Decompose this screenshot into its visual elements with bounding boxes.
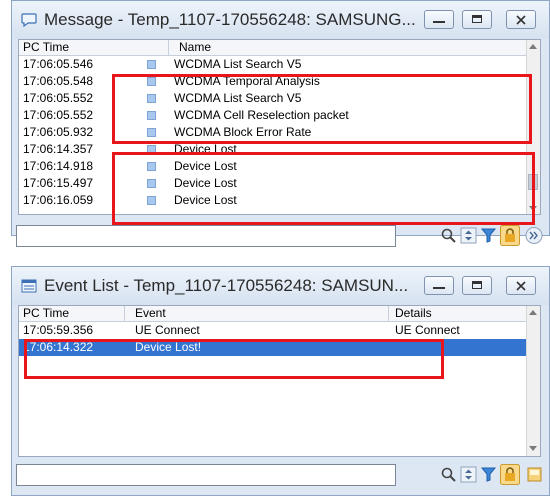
- close-icon: [516, 281, 526, 291]
- scroll-up-icon: [529, 44, 537, 49]
- minimize-icon: [433, 21, 445, 23]
- row-pc-time: 17:06:05.552: [23, 108, 94, 122]
- scroll-down-icon: [529, 446, 537, 451]
- maximize-button[interactable]: [462, 10, 492, 29]
- event-list-window: Event List - Temp_1107-170556248: SAMSUN…: [11, 266, 550, 496]
- row-pc-time: 17:06:15.497: [23, 176, 94, 190]
- message-list-header: PC Time Name: [19, 40, 540, 56]
- highlight-box-device-lost: [112, 152, 535, 225]
- column-header-details[interactable]: Details: [389, 306, 529, 321]
- lock-icon[interactable]: [500, 464, 520, 485]
- row-details: UE Connect: [395, 323, 460, 337]
- message-icon: [147, 60, 156, 69]
- row-pc-time: 17:06:14.918: [23, 159, 94, 173]
- sort-icon[interactable]: [460, 227, 477, 244]
- highlight-box-device-lost-event: [24, 339, 444, 379]
- event-list-title-bar[interactable]: Event List - Temp_1107-170556248: SAMSUN…: [12, 267, 549, 305]
- minimize-button[interactable]: [424, 10, 454, 29]
- row-name: WCDMA List Search V5: [174, 57, 302, 71]
- column-header-event[interactable]: Event: [125, 306, 389, 321]
- column-header-pc-time[interactable]: PC Time: [19, 306, 125, 321]
- lock-icon[interactable]: [500, 225, 520, 246]
- close-icon: [516, 15, 526, 25]
- scroll-up-icon: [529, 310, 537, 315]
- search-icon[interactable]: [440, 466, 457, 483]
- sort-icon[interactable]: [460, 466, 477, 483]
- maximize-icon: [472, 281, 482, 289]
- table-row[interactable]: 17:05:59.356 UE Connect UE Connect: [19, 322, 529, 339]
- close-button[interactable]: [506, 10, 536, 29]
- row-event: UE Connect: [135, 323, 200, 337]
- column-header-name[interactable]: Name: [169, 40, 529, 55]
- message-title-bar[interactable]: Message - Temp_1107-170556248: SAMSUNG..…: [12, 1, 549, 39]
- event-list[interactable]: PC Time Event Details 17:05:59.356 UE Con…: [18, 305, 541, 457]
- highlight-box-wcdma: [112, 74, 532, 144]
- more-options-icon[interactable]: [524, 227, 544, 244]
- minimize-icon: [433, 287, 445, 289]
- export-icon[interactable]: [526, 466, 543, 483]
- row-pc-time: 17:06:16.059: [23, 193, 94, 207]
- message-filter-input[interactable]: [16, 225, 396, 247]
- close-button[interactable]: [506, 276, 536, 295]
- event-list-header: PC Time Event Details: [19, 306, 540, 322]
- filter-icon[interactable]: [480, 466, 497, 483]
- maximize-button[interactable]: [462, 276, 492, 295]
- row-pc-time: 17:06:05.546: [23, 57, 94, 71]
- maximize-icon: [472, 15, 482, 23]
- event-filter-input[interactable]: [16, 464, 396, 486]
- filter-icon[interactable]: [480, 227, 497, 244]
- row-pc-time: 17:06:05.548: [23, 74, 94, 88]
- row-pc-time: 17:05:59.356: [23, 323, 94, 337]
- search-icon[interactable]: [440, 227, 457, 244]
- minimize-button[interactable]: [424, 276, 454, 295]
- list-window-icon: [21, 279, 37, 293]
- row-pc-time: 17:06:14.357: [23, 142, 94, 156]
- table-row[interactable]: 17:06:05.546 WCDMA List Search V5: [19, 56, 529, 73]
- row-pc-time: 17:06:05.552: [23, 91, 94, 105]
- message-window-title: Message - Temp_1107-170556248: SAMSUNG..…: [44, 10, 416, 29]
- message-bubble-icon: [21, 13, 37, 27]
- column-header-pc-time[interactable]: PC Time: [19, 40, 169, 55]
- row-pc-time: 17:06:05.932: [23, 125, 94, 139]
- event-list-window-title: Event List - Temp_1107-170556248: SAMSUN…: [44, 276, 409, 295]
- event-list-scrollbar[interactable]: [526, 306, 540, 456]
